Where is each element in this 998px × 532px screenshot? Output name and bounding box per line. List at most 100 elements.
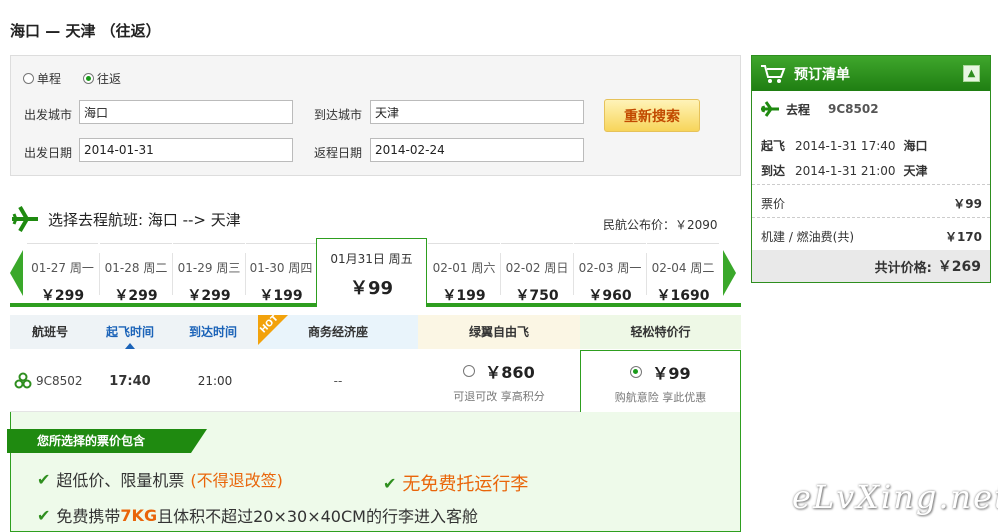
date-price: ￥960 bbox=[588, 288, 632, 304]
ticket-price-row: 票价 ￥99 bbox=[761, 195, 982, 212]
radio-checked-icon[interactable] bbox=[83, 73, 94, 84]
plane-icon bbox=[12, 205, 38, 233]
check-icon: ✔ bbox=[37, 505, 51, 525]
green-fare-option[interactable]: ￥860 可退可改 享高积分 bbox=[418, 350, 580, 412]
date-option-selected[interactable]: 01月31日 周五 ￥99 bbox=[316, 238, 427, 307]
date-option[interactable]: 02-03 周一 ￥960 bbox=[574, 243, 646, 304]
divider bbox=[752, 184, 990, 185]
date-price: ￥299 bbox=[187, 288, 231, 304]
arrive-label: 到达 bbox=[761, 164, 786, 178]
total-price: ￥269 bbox=[937, 259, 981, 275]
date-label: 01-30 周四 bbox=[249, 261, 313, 275]
date-option[interactable]: 02-01 周六 ￥199 bbox=[428, 243, 500, 304]
tax-label: 机建 / 燃油费(共) bbox=[761, 230, 855, 244]
leg-label: 去程 bbox=[786, 102, 811, 117]
ticket-label: 票价 bbox=[761, 197, 786, 211]
include-item-text: 且体积不超过20×30×40CM的行李进入客舱 bbox=[157, 507, 478, 526]
easy-fare-price-line: ￥99 bbox=[630, 360, 691, 384]
arrive-row: 到达 2014-1-31 21:00 天津 bbox=[761, 162, 928, 179]
date-price: ￥299 bbox=[40, 288, 85, 304]
check-icon: ✔ bbox=[383, 473, 397, 493]
radio-checked-icon[interactable] bbox=[630, 365, 643, 378]
hot-badge-icon: HOT bbox=[258, 315, 288, 345]
select-heading-text: 选择去程航班: 海口 --> 天津 bbox=[48, 210, 241, 229]
date-option[interactable]: 01-28 周二 ￥299 bbox=[100, 243, 172, 304]
takeoff-label: 起飞 bbox=[761, 139, 786, 153]
radio-icon[interactable] bbox=[23, 73, 34, 84]
sort-caret-icon bbox=[125, 343, 135, 349]
total-row: 共计价格: ￥269 bbox=[752, 250, 990, 282]
flight-row: 9C8502 17:40 21:00 -- ￥860 可退可改 享高积分 ￥99… bbox=[10, 350, 741, 413]
green-fare-price-line: ￥860 bbox=[463, 359, 535, 383]
date-option[interactable]: 01-27 周一 ￥299 bbox=[27, 243, 98, 304]
col-depart-time-label: 起飞时间 bbox=[105, 325, 154, 339]
page-title: 海口 — 天津 （往返） bbox=[10, 22, 161, 40]
order-title: 预订清单 bbox=[794, 66, 850, 83]
watermark: eLvXing.net bbox=[792, 478, 998, 516]
include-item: ✔ 无免费托运行李 bbox=[383, 470, 528, 496]
include-item: ✔ 超低价、限量机票 (不得退改签) bbox=[37, 467, 283, 491]
easy-fare-note: 购航意险 享此优惠 bbox=[614, 390, 707, 404]
order-summary-panel: 预订清单 ▲ 去程 9C8502 起飞 2014-1-31 17:40 海口 到达 2… bbox=[751, 55, 991, 283]
arrive-time: 21:00 bbox=[197, 374, 233, 388]
arrow-right-icon[interactable] bbox=[722, 250, 736, 296]
include-item-highlight: 7KG bbox=[120, 505, 158, 525]
return-date-input[interactable] bbox=[370, 138, 584, 162]
date-label: 01-27 周一 bbox=[31, 261, 94, 275]
depart-city-input[interactable] bbox=[79, 100, 293, 124]
official-price: 民航公布价：￥2090 bbox=[603, 218, 718, 232]
takeoff-row: 起飞 2014-1-31 17:40 海口 bbox=[761, 137, 928, 154]
col-flight-no: 航班号 bbox=[31, 325, 68, 339]
takeoff-city: 海口 bbox=[903, 139, 928, 153]
col-depart-time-sort[interactable]: 起飞时间 bbox=[90, 315, 170, 349]
tax-price: ￥170 bbox=[944, 230, 982, 244]
date-price: ￥199 bbox=[442, 288, 486, 304]
date-option[interactable]: 02-02 周日 ￥750 bbox=[501, 243, 573, 304]
date-option[interactable]: 02-04 周二 ￥1690 bbox=[647, 243, 719, 304]
trip-type-oneway[interactable]: 单程 bbox=[23, 70, 61, 87]
include-item-note: (不得退改签) bbox=[190, 471, 283, 490]
depart-date-input[interactable] bbox=[79, 138, 293, 162]
radio-icon[interactable] bbox=[463, 364, 476, 377]
green-fare-note: 可退可改 享高积分 bbox=[453, 389, 545, 403]
col-easy-fare: 轻松特价行 bbox=[580, 315, 741, 349]
depart-city-label: 出发城市 bbox=[24, 108, 73, 122]
include-item-text: 超低价、限量机票 bbox=[56, 471, 185, 490]
date-label: 02-01 周六 bbox=[432, 261, 496, 275]
order-header: 预订清单 bbox=[752, 56, 990, 91]
easy-fare-option[interactable]: ￥99 购航意险 享此优惠 bbox=[580, 350, 741, 413]
airline-logo-icon bbox=[14, 372, 32, 389]
arrive-city-label: 到达城市 bbox=[314, 108, 363, 122]
date-strip: 01-27 周一 ￥299 01-28 周二 ￥299 01-29 周三 ￥29… bbox=[10, 238, 741, 308]
date-price: ￥99 bbox=[349, 278, 394, 299]
fare-includes-panel: 您所选择的票价包含 ✔ 超低价、限量机票 (不得退改签) ✔ 无免费托运行李 ✔… bbox=[7, 412, 741, 532]
date-label: 01-29 周三 bbox=[177, 261, 241, 275]
col-arrive-time-sort[interactable]: 到达时间 bbox=[173, 315, 253, 349]
col-green-fare: 绿翼自由飞 bbox=[418, 315, 580, 349]
check-icon: ✔ bbox=[37, 469, 51, 489]
arrive-city-input[interactable] bbox=[370, 100, 584, 124]
trip-type-oneway-label: 单程 bbox=[37, 72, 62, 86]
chevron-up-icon[interactable]: ▲ bbox=[963, 65, 980, 82]
total-label: 共计价格: bbox=[874, 260, 932, 276]
date-label: 02-04 周二 bbox=[651, 261, 715, 275]
flight-code: 9C8502 bbox=[828, 102, 879, 116]
flight-number: 9C8502 bbox=[36, 374, 83, 388]
fare-includes-banner: 您所选择的票价包含 bbox=[7, 429, 207, 453]
search-panel: 单程 往返 出发城市 到达城市 出发日期 返程日期 重新搜索 bbox=[10, 55, 741, 176]
arrow-left-icon[interactable] bbox=[10, 250, 24, 296]
arrive-city: 天津 bbox=[903, 164, 928, 178]
date-label: 01-28 周二 bbox=[104, 261, 168, 275]
flight-number-cell: 9C8502 bbox=[14, 350, 94, 412]
date-label: 01月31日 周五 bbox=[330, 252, 413, 266]
date-price: ￥1690 bbox=[656, 288, 710, 304]
return-date-label: 返程日期 bbox=[314, 146, 363, 160]
trip-type-roundtrip-label: 往返 bbox=[97, 72, 122, 86]
research-button[interactable]: 重新搜索 bbox=[604, 99, 700, 132]
date-option[interactable]: 01-29 周三 ￥299 bbox=[173, 243, 245, 304]
trip-type-roundtrip[interactable]: 往返 bbox=[83, 70, 121, 87]
arrive-time: 2014-1-31 21:00 bbox=[795, 164, 896, 178]
date-option[interactable]: 01-30 周四 ￥199 bbox=[246, 243, 316, 304]
depart-date-label: 出发日期 bbox=[24, 146, 73, 160]
include-item-text: 无免费托运行李 bbox=[402, 474, 529, 495]
